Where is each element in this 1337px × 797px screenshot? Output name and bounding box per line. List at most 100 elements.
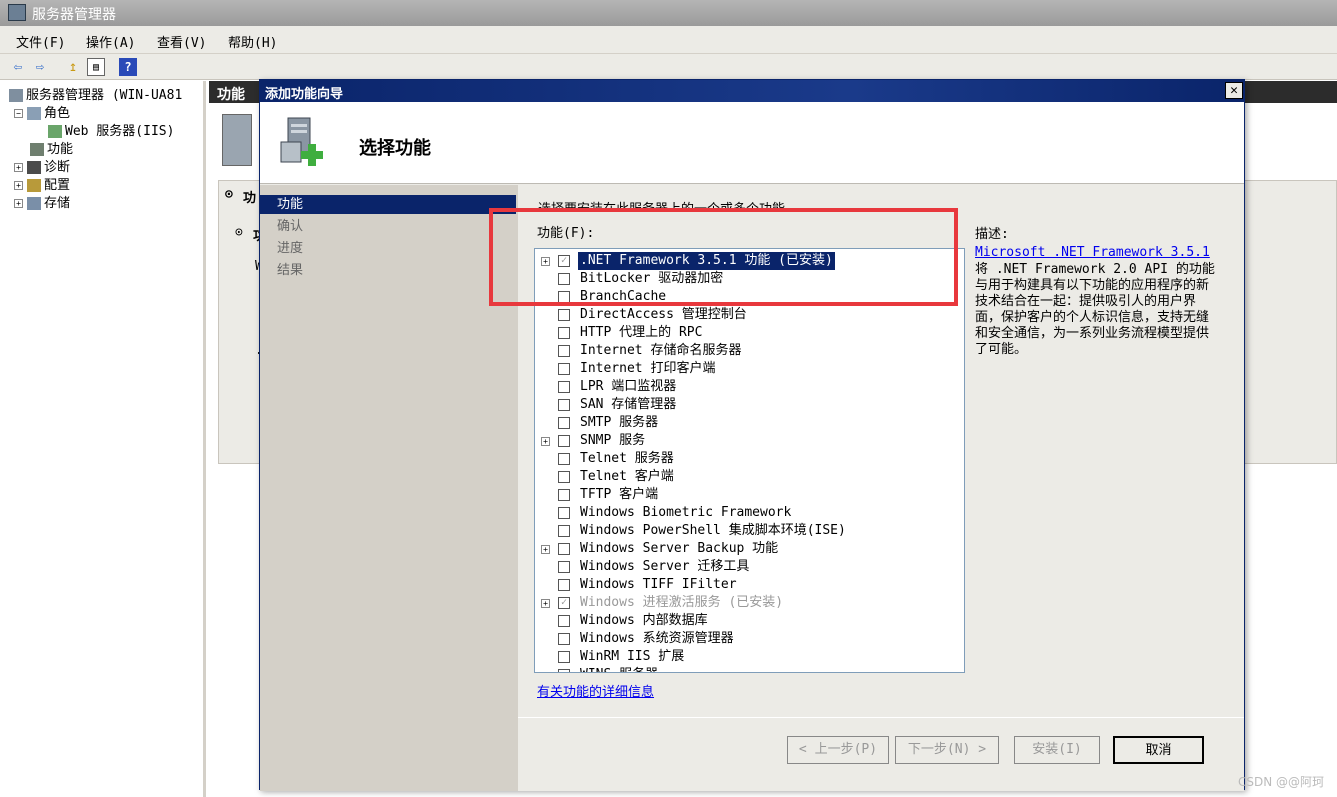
wizard-page-title: 选择功能 (359, 138, 431, 159)
expand-icon[interactable]: + (541, 545, 550, 554)
feature-label: Windows 系统资源管理器 (580, 631, 734, 646)
feature-checkbox[interactable] (558, 507, 570, 519)
install-button[interactable]: 安装(I) (1014, 736, 1100, 764)
feature-checkbox[interactable] (558, 453, 570, 465)
diagnostics-icon (27, 161, 41, 174)
toolbar: ⇦ ⇨ ↥ ▤ ? (0, 54, 1337, 80)
feature-checkbox[interactable] (558, 309, 570, 321)
feature-label: Windows Server 迁移工具 (580, 559, 750, 574)
add-feature-server-icon (280, 117, 323, 166)
feature-checkbox[interactable] (558, 615, 570, 627)
wizard-step-progress[interactable]: 进度 (260, 239, 516, 258)
feature-checkbox[interactable] (558, 363, 570, 375)
feature-label: SAN 存储管理器 (580, 397, 677, 412)
subsection-collapse-icon[interactable]: ⊙ (235, 225, 243, 240)
feature-label: Windows PowerShell 集成脚本环境(ISE) (580, 523, 846, 538)
collapse-icon[interactable]: − (14, 109, 23, 118)
dialog-header: 选择功能 (260, 102, 1244, 184)
dialog-title: 添加功能向导 (265, 87, 344, 102)
window-titlebar: 服务器管理器 (0, 0, 1337, 26)
highlight-annotation-box (489, 208, 958, 306)
features-icon (30, 143, 44, 156)
feature-checkbox[interactable] (558, 345, 570, 357)
tree-item-server-manager[interactable]: 服务器管理器 (WIN-UA81 (9, 84, 182, 103)
navigation-tree: 服务器管理器 (WIN-UA81 − 角色 Web 服务器(IIS) 功能 + 诊断… (0, 81, 206, 797)
expand-icon[interactable]: + (541, 437, 550, 446)
feature-label: SNMP 服务 (580, 433, 646, 448)
feature-checkbox[interactable] (558, 543, 570, 555)
feature-checkbox[interactable] (558, 471, 570, 483)
previous-button[interactable]: < 上一步(P) (787, 736, 889, 764)
close-icon[interactable]: ✕ (1225, 82, 1243, 99)
feature-checkbox[interactable] (558, 579, 570, 591)
section-collapse-icon[interactable]: ⊙ (225, 187, 233, 202)
section-title: 功 (243, 191, 257, 206)
forward-arrow-icon[interactable]: ⇨ (31, 58, 49, 76)
description-feature-link[interactable]: Microsoft .NET Framework 3.5.1 (975, 245, 1210, 260)
feature-checkbox[interactable] (558, 489, 570, 501)
menu-bar: 文件(F) 操作(A) 查看(V) 帮助(H) (0, 26, 1337, 54)
feature-checkbox[interactable] (558, 399, 570, 411)
menu-view[interactable]: 查看(V) (157, 32, 206, 51)
features-list[interactable]: + ✓ .NET Framework 3.5.1 功能 (已安装) BitLocker… (534, 248, 965, 673)
feature-label: WINS 服务器 (578, 666, 660, 672)
feature-checkbox[interactable] (558, 417, 570, 429)
feature-checkbox[interactable] (558, 651, 570, 663)
expand-icon[interactable]: + (14, 199, 23, 208)
tree-item-features[interactable]: 功能 (30, 138, 73, 157)
feature-checkbox[interactable] (558, 561, 570, 573)
next-button[interactable]: 下一步(N) > (895, 736, 999, 764)
feature-label: Windows Server Backup 功能 (580, 541, 779, 556)
feature-checkbox[interactable]: ✓ (558, 597, 570, 609)
tree-item-configuration[interactable]: + 配置 (14, 174, 70, 193)
storage-icon (27, 197, 41, 210)
watermark: CSDN @@阿珂 (1238, 775, 1325, 789)
tree-item-web-server[interactable]: Web 服务器(IIS) (48, 120, 174, 139)
web-server-icon (48, 125, 62, 138)
feature-label: DirectAccess 管理控制台 (580, 307, 747, 322)
tree-item-roles[interactable]: − 角色 (14, 102, 70, 121)
dialog-titlebar: 添加功能向导 ✕ (260, 80, 1244, 102)
roles-icon (27, 107, 41, 120)
server-icon (9, 89, 23, 102)
feature-label: Windows 进程激活服务 (已安装) (580, 595, 784, 610)
feature-checkbox[interactable] (558, 435, 570, 447)
show-hide-tree-icon[interactable]: ▤ (87, 58, 105, 76)
feature-label: Internet 打印客户端 (580, 361, 716, 376)
feature-checkbox[interactable] (558, 327, 570, 339)
tree-item-diagnostics[interactable]: + 诊断 (14, 156, 70, 175)
cancel-button[interactable]: 取消 (1113, 736, 1204, 764)
configuration-icon (27, 179, 41, 192)
expand-icon[interactable]: + (541, 599, 550, 608)
feature-checkbox[interactable] (558, 525, 570, 537)
feature-label: SMTP 服务器 (580, 415, 659, 430)
feature-checkbox[interactable] (558, 633, 570, 645)
feature-label: Telnet 服务器 (580, 451, 674, 466)
up-folder-icon[interactable]: ↥ (64, 58, 82, 76)
help-icon[interactable]: ? (119, 58, 137, 76)
wizard-step-results[interactable]: 结果 (260, 261, 516, 280)
description-label: 描述: (975, 227, 1009, 242)
feature-label: Windows 内部数据库 (580, 613, 708, 628)
menu-action[interactable]: 操作(A) (86, 32, 135, 51)
wizard-step-features[interactable]: 功能 (260, 195, 516, 214)
menu-help[interactable]: 帮助(H) (228, 32, 277, 51)
server-manager-icon (8, 4, 26, 21)
back-arrow-icon[interactable]: ⇦ (9, 58, 27, 76)
expand-icon[interactable]: + (14, 163, 23, 172)
feature-label: Windows Biometric Framework (580, 505, 792, 520)
feature-label: Telnet 客户端 (580, 469, 674, 484)
feature-checkbox[interactable] (558, 669, 570, 672)
feature-details-link[interactable]: 有关功能的详细信息 (537, 681, 654, 700)
feature-label: WinRM IIS 扩展 (580, 649, 685, 664)
expand-icon[interactable]: + (14, 181, 23, 190)
feature-label: Internet 存储命名服务器 (580, 343, 742, 358)
description-text: 将 .NET Framework 2.0 API 的功能与用于构建具有以下功能的… (975, 262, 1215, 357)
menu-file[interactable]: 文件(F) (16, 32, 65, 51)
feature-checkbox[interactable] (558, 381, 570, 393)
feature-label: TFTP 客户端 (580, 487, 659, 502)
feature-label: HTTP 代理上的 RPC (580, 325, 703, 340)
wizard-step-confirm[interactable]: 确认 (260, 217, 516, 236)
tree-item-storage[interactable]: + 存储 (14, 192, 70, 211)
window-title: 服务器管理器 (32, 7, 116, 23)
